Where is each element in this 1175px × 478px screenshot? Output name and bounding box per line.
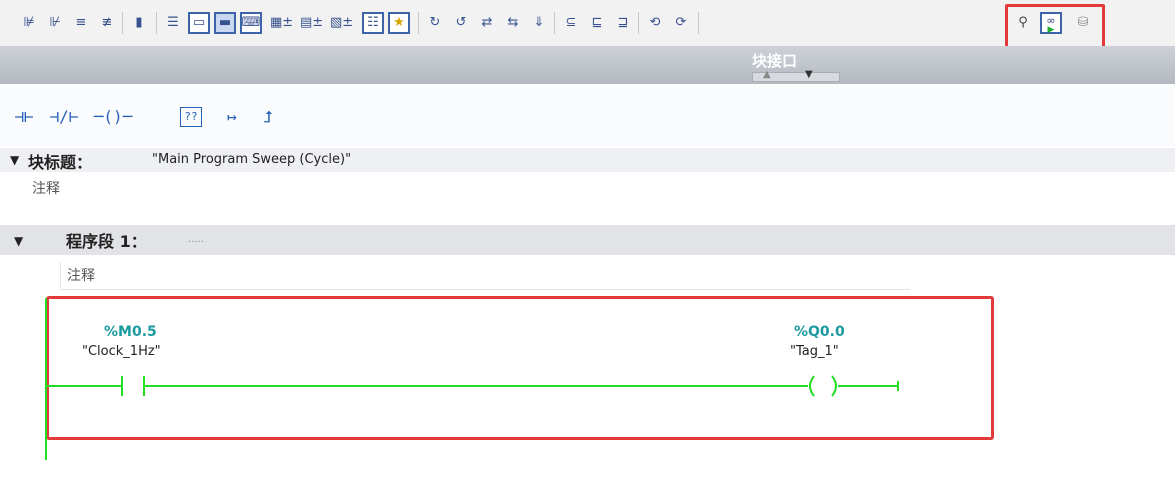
output-coil-tag-1[interactable] <box>809 375 837 397</box>
no-contact-clock-1hz[interactable] <box>121 376 145 396</box>
ladder-diagram <box>45 298 899 460</box>
